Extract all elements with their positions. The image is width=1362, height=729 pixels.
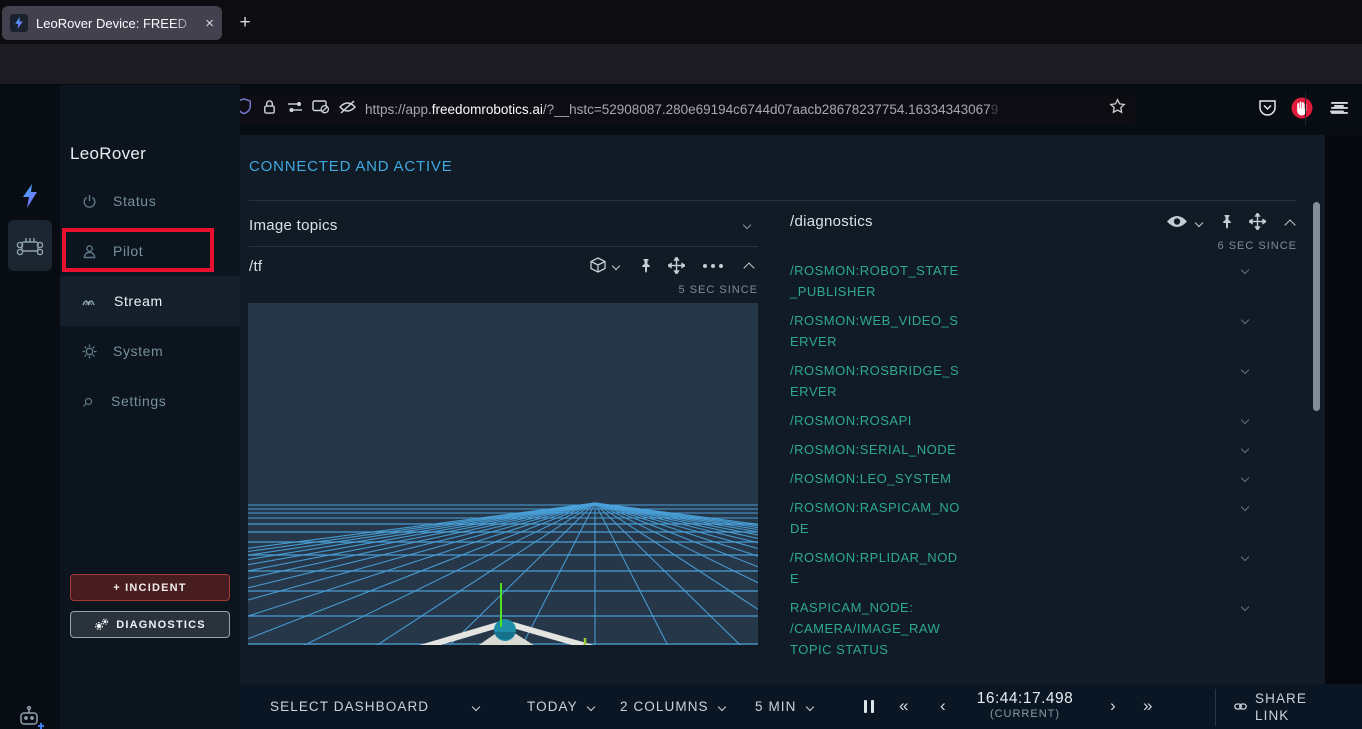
sidebar-item-label: Stream xyxy=(114,293,163,309)
pause-button[interactable] xyxy=(863,700,875,718)
diagnostic-row[interactable]: RASPICAM_NODE: /CAMERA/IMAGE_RAW TOPIC S… xyxy=(790,597,1252,660)
chevron-down-icon xyxy=(472,702,480,710)
link-icon xyxy=(1234,702,1247,711)
tab-title: LeoRover Device: FREED xyxy=(36,16,201,31)
settings-icon xyxy=(82,395,95,408)
move-icon[interactable] xyxy=(668,257,685,274)
diagnostic-row[interactable]: /ROSMON:WEB_VIDEO_SERVER xyxy=(790,310,1252,352)
layout-filter-icon[interactable] xyxy=(1327,104,1344,122)
eye-icon[interactable] xyxy=(1166,214,1188,229)
sidebar-item-label: Settings xyxy=(111,393,166,409)
chevron-down-icon xyxy=(717,702,725,710)
tracking-eye-slash-icon[interactable] xyxy=(338,99,357,120)
diagnostic-row[interactable]: /ROSMON:SERIAL_NODE xyxy=(790,439,1252,460)
chevron-down-icon[interactable] xyxy=(1241,603,1249,611)
diagnostic-row[interactable]: /ROSMON:ROBOT_STATE_PUBLISHER xyxy=(790,260,1252,302)
bottom-bar-divider xyxy=(1215,689,1216,726)
device-name: LeoRover xyxy=(70,144,146,164)
url-text[interactable]: https://app.freedomrobotics.ai/?__hstc=5… xyxy=(365,102,1109,117)
autoplay-blocked-icon[interactable] xyxy=(312,99,330,119)
sidebar-item-system[interactable]: System xyxy=(60,326,240,376)
rewind-button[interactable]: « xyxy=(899,696,908,716)
time-value: 16:44:17.498 xyxy=(960,690,1090,708)
pilot-highlight-annotation xyxy=(62,228,214,272)
chevron-down-icon xyxy=(587,702,595,710)
adblock-hand-icon[interactable] xyxy=(1288,94,1316,122)
chevron-down-icon[interactable] xyxy=(1241,503,1249,511)
diagnostic-row[interactable]: /ROSMON:ROSBRIDGE_SERVER xyxy=(790,360,1252,402)
tf-panel-title: /tf xyxy=(249,258,262,275)
pin-icon[interactable] xyxy=(1220,214,1234,230)
tf-3d-viewport[interactable] xyxy=(248,303,758,645)
content-right-gutter xyxy=(1325,135,1362,684)
browser-tab-strip: LeoRover Device: FREED × + xyxy=(0,0,1362,44)
diagnostic-row[interactable]: /ROSMON:RPLIDAR_NODE xyxy=(790,547,1252,589)
date-range-dropdown[interactable]: TODAY xyxy=(527,684,594,729)
device-rover-icon[interactable] xyxy=(8,220,52,271)
step-back-button[interactable]: ‹ xyxy=(940,696,946,716)
gears-icon xyxy=(94,618,109,631)
tf-since-label: 5 SEC SINCE xyxy=(558,284,758,296)
move-icon[interactable] xyxy=(1249,213,1266,230)
sidebar-item-stream[interactable]: Stream xyxy=(60,276,240,326)
lock-icon[interactable] xyxy=(262,99,277,120)
bookmark-star-icon[interactable] xyxy=(1109,98,1126,120)
app-rail xyxy=(0,85,60,729)
power-icon xyxy=(82,194,97,209)
columns-dropdown[interactable]: 2 COLUMNS xyxy=(620,684,725,729)
more-options-icon[interactable] xyxy=(702,263,724,269)
chevron-down-icon xyxy=(805,702,813,710)
diagnostic-row[interactable]: /ROSMON:LEO_SYSTEM xyxy=(790,468,1252,489)
browser-toolbar: https://app.freedomrobotics.ai/?__hstc=5… xyxy=(0,44,1362,85)
url-bar[interactable]: https://app.freedomrobotics.ai/?__hstc=5… xyxy=(226,94,1136,124)
browser-tab[interactable]: LeoRover Device: FREED × xyxy=(2,6,222,40)
freedom-lightning-icon[interactable] xyxy=(20,184,40,213)
sidebar-item-settings[interactable]: Settings xyxy=(60,376,240,426)
timestamp[interactable]: 16:44:17.498 (CURRENT) xyxy=(960,690,1090,720)
scrollbar[interactable] xyxy=(1313,202,1320,411)
chevron-down-icon[interactable] xyxy=(1241,445,1249,453)
screen: LeoRover Device: FREED × + xyxy=(0,0,1362,729)
permissions-toggles-icon[interactable] xyxy=(287,100,304,119)
chevron-down-icon[interactable] xyxy=(1241,316,1249,324)
pocket-icon[interactable] xyxy=(1253,94,1281,122)
sidebar-item-status[interactable]: Status xyxy=(60,176,240,226)
diagnostic-row[interactable]: /ROSMON:RASPICAM_NODE xyxy=(790,497,1252,539)
header-divider xyxy=(249,200,1297,201)
panel-divider xyxy=(249,246,758,247)
diagnostics-panel-title: /diagnostics xyxy=(790,213,873,230)
sidebar-item-label: System xyxy=(113,343,163,359)
top-right-divider xyxy=(1305,92,1306,126)
diagnostic-row[interactable]: /ROSMON:ROSAPI xyxy=(790,410,1252,431)
connection-status: CONNECTED AND ACTIVE xyxy=(249,158,453,175)
time-mode: (CURRENT) xyxy=(960,708,1090,720)
new-tab-button[interactable]: + xyxy=(232,10,258,36)
tab-close-icon[interactable]: × xyxy=(205,16,214,31)
share-link-button[interactable]: SHARE LINK xyxy=(1234,684,1313,729)
chevron-down-icon[interactable] xyxy=(1241,266,1249,274)
diagnostics-since-label: 6 SEC SINCE xyxy=(1097,240,1297,252)
chevron-down-icon[interactable] xyxy=(1241,366,1249,374)
rover-model xyxy=(248,303,758,645)
pin-icon[interactable] xyxy=(639,258,653,274)
diagnostics-list: /ROSMON:ROBOT_STATE_PUBLISHER /ROSMON:WE… xyxy=(790,260,1252,668)
stream-icon xyxy=(82,295,98,308)
incident-button[interactable]: + INCIDENT xyxy=(70,574,230,601)
lightning-favicon-icon xyxy=(10,14,28,32)
chevron-down-icon[interactable] xyxy=(1241,416,1249,424)
gear-icon xyxy=(82,344,97,359)
add-robot-icon[interactable] xyxy=(17,705,45,729)
image-topics-dropdown[interactable]: Image topics xyxy=(249,217,338,234)
diagnostics-button[interactable]: DIAGNOSTICS xyxy=(70,611,230,638)
fast-forward-button[interactable]: » xyxy=(1143,696,1152,716)
chevron-down-icon[interactable] xyxy=(1241,553,1249,561)
3d-cube-icon[interactable] xyxy=(588,256,608,276)
chevron-down-icon[interactable] xyxy=(1241,474,1249,482)
step-forward-button[interactable]: › xyxy=(1110,696,1116,716)
time-window-dropdown[interactable]: 5 MIN xyxy=(755,684,813,729)
select-dashboard-dropdown[interactable]: SELECT DASHBOARD xyxy=(270,684,479,729)
sidebar-item-label: Status xyxy=(113,193,156,209)
